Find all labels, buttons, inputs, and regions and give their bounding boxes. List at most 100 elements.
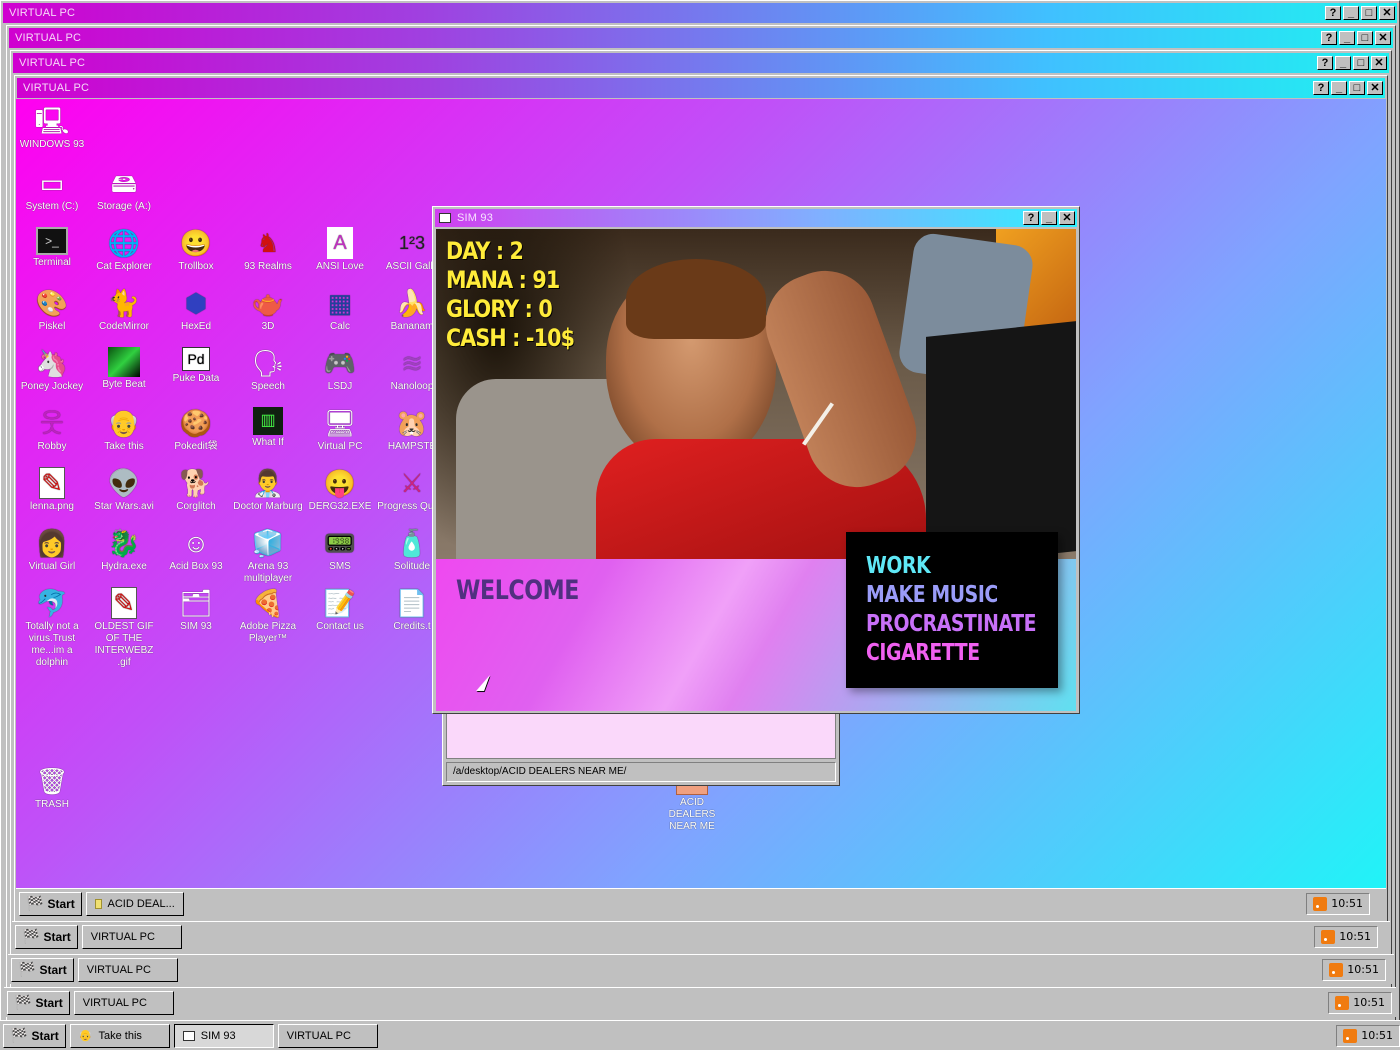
window-titlebar[interactable]: SIM 93 ? _ ✕: [435, 209, 1077, 227]
desktop-icon-oldest-gif[interactable]: ✎ OLDEST GIF OF THE INTERWEBZ .gif: [88, 587, 160, 669]
desktop-icon-sim93[interactable]: 🗂 SIM 93: [160, 587, 232, 633]
gameboy-icon: 🎮: [323, 348, 357, 378]
game-viewport[interactable]: DAY : 2 MANA : 91 GLORY : 0 CASH : -10$ …: [436, 229, 1076, 711]
pixel-man-icon: 👴: [78, 1030, 93, 1042]
desktop-icon-adobe-pizza[interactable]: 🍕 Adobe Pizza Player™: [232, 587, 304, 645]
rss-icon[interactable]: [1313, 896, 1328, 911]
task-button[interactable]: VIRTUAL PC: [81, 924, 182, 949]
close-button[interactable]: ✕: [1059, 211, 1075, 225]
maximize-button[interactable]: □: [1361, 6, 1377, 20]
maximize-button[interactable]: □: [1357, 31, 1373, 45]
desktop-icon-hexed[interactable]: ⬢ HexEd: [160, 287, 232, 333]
close-button[interactable]: ✕: [1379, 6, 1395, 20]
menu-work[interactable]: WORK: [866, 552, 1023, 581]
desktop-icon-trash[interactable]: 🗑 TRASH: [16, 765, 88, 811]
desktop-icon-star-wars[interactable]: 👽 Star Wars.avi: [88, 467, 160, 513]
desktop-icon-take-this[interactable]: 👴 Take this: [88, 407, 160, 453]
desktop-icon-dolphin[interactable]: 🐬 Totally not a virus.Trust me...im a dol…: [16, 587, 88, 669]
maximize-button[interactable]: □: [1353, 56, 1369, 70]
help-button[interactable]: ?: [1023, 211, 1039, 225]
desktop-icon-93-realms[interactable]: ♞ 93 Realms: [232, 227, 304, 273]
desktop-icon-speech[interactable]: 🗣 Speech: [232, 347, 304, 393]
desktop-icon-virtual-girl[interactable]: 👩 Virtual Girl: [16, 527, 88, 573]
window-titlebar[interactable]: VIRTUAL PC ? _ □ ✕: [17, 78, 1385, 98]
image-file-icon: ✎: [39, 467, 65, 499]
desktop-icon-lenna[interactable]: ✎ lenna.png: [16, 467, 88, 513]
rss-icon[interactable]: [1343, 1028, 1358, 1043]
minimize-button[interactable]: _: [1343, 6, 1359, 20]
menu-cigarette[interactable]: CIGARETTE: [866, 639, 1023, 668]
desktop-icon-what-if[interactable]: ▥ What If: [232, 407, 304, 449]
window-titlebar[interactable]: VIRTUAL PC ? _ □ ✕: [3, 3, 1397, 23]
desktop-icon-arena-93[interactable]: 🧊 Arena 93 multiplayer: [232, 527, 304, 585]
minimize-button[interactable]: _: [1339, 31, 1355, 45]
desktop-icon-piskel[interactable]: 🎨 Piskel: [16, 287, 88, 333]
rss-icon[interactable]: [1335, 995, 1350, 1010]
cube-icon: 🧊: [251, 528, 285, 558]
help-button[interactable]: ?: [1321, 31, 1337, 45]
minimize-button[interactable]: _: [1335, 56, 1351, 70]
window-titlebar[interactable]: VIRTUAL PC ? _ □ ✕: [13, 53, 1389, 73]
desktop-icon-trollbox[interactable]: 😀 Trollbox: [160, 227, 232, 273]
pony-icon: 🦄: [35, 348, 69, 378]
start-button[interactable]: 🏁 Start: [15, 924, 78, 949]
desktop-icon-puke-data[interactable]: Pd Puke Data: [160, 347, 232, 385]
desktop-icon-3d[interactable]: 🫖 3D: [232, 287, 304, 333]
start-button[interactable]: 🏁 Start: [7, 990, 70, 1015]
start-button[interactable]: 🏁 Start: [19, 891, 82, 916]
menu-make-music[interactable]: MAKE MUSIC: [866, 581, 1023, 610]
window-titlebar[interactable]: VIRTUAL PC ? _ □ ✕: [9, 28, 1393, 48]
system-tray: 10:51: [1322, 958, 1386, 981]
desktop-icon-acid-dealers[interactable]: ACID DEALERS NEAR ME: [656, 781, 728, 833]
phone-icon: 📟: [323, 528, 357, 558]
desktop-icon-byte-beat[interactable]: Byte Beat: [88, 347, 160, 391]
windows-logo-icon: 🏁: [10, 1027, 28, 1043]
desktop-icon-codemirror[interactable]: 🐈 CodeMirror: [88, 287, 160, 333]
desktop-icon-acid-box[interactable]: ☺ Acid Box 93: [160, 527, 232, 573]
close-button[interactable]: ✕: [1367, 81, 1383, 95]
minimize-button[interactable]: _: [1331, 81, 1347, 95]
menu-procrastinate[interactable]: PROCRASTINATE: [866, 610, 1037, 639]
desktop-icon-pokedit[interactable]: 🍪 Pokedit袋: [160, 407, 232, 453]
task-button[interactable]: VIRTUAL PC: [73, 990, 174, 1015]
task-button[interactable]: VIRTUAL PC: [77, 957, 178, 982]
desktop-icon-ansi-love[interactable]: A ANSI Love: [304, 227, 376, 273]
rss-icon[interactable]: [1321, 929, 1336, 944]
desktop-icon-terminal[interactable]: >_ Terminal: [16, 227, 88, 269]
rss-icon[interactable]: [1329, 962, 1344, 977]
task-button-take-this[interactable]: 👴 Take this: [69, 1023, 170, 1048]
desktop-icon-sms[interactable]: 📟 SMS: [304, 527, 376, 573]
desktop-icon-contact-us[interactable]: 📝 Contact us: [304, 587, 376, 633]
pixel-man-icon: 👴: [107, 408, 141, 438]
desktop-icon-poney-jockey[interactable]: 🦄 Poney Jockey: [16, 347, 88, 393]
maximize-button[interactable]: □: [1349, 81, 1365, 95]
desktop-icon-windows93[interactable]: 🖳 WINDOWS 93: [16, 105, 88, 151]
task-button-sim93[interactable]: SIM 93: [173, 1023, 274, 1048]
desktop-icon-virtual-pc[interactable]: 🖥 Virtual PC: [304, 407, 376, 453]
taskbar-3: 🏁 Start VIRTUAL PC 10:51: [8, 954, 1394, 984]
monitor-face-icon: 😛: [323, 468, 357, 498]
desktop-icon-cat-explorer[interactable]: 🌐 Cat Explorer: [88, 227, 160, 273]
desktop-icon-doctor-marburg[interactable]: 👨‍⚕️ Doctor Marburg: [232, 467, 304, 513]
minimize-button[interactable]: _: [1041, 211, 1057, 225]
desktop-icon-system-c[interactable]: ▭ System (C:): [16, 167, 88, 213]
task-button-virtual-pc[interactable]: VIRTUAL PC: [277, 1023, 378, 1048]
start-button[interactable]: 🏁 Start: [11, 957, 74, 982]
desktop-icon-lsdj[interactable]: 🎮 LSDJ: [304, 347, 376, 393]
start-button[interactable]: 🏁 Start: [3, 1023, 66, 1048]
desktop-icon-derg32[interactable]: 😛 DERG32.EXE: [304, 467, 376, 513]
close-button[interactable]: ✕: [1371, 56, 1387, 70]
desktop-icon-robby[interactable]: 웃 Robby: [16, 407, 88, 453]
trash-icon: 🗑: [35, 766, 69, 796]
help-button[interactable]: ?: [1325, 6, 1341, 20]
task-button[interactable]: ACID DEAL...: [85, 891, 184, 916]
desktop-icon-corglitch[interactable]: 🐕 Corglitch: [160, 467, 232, 513]
help-button[interactable]: ?: [1317, 56, 1333, 70]
desktop-icon-calc[interactable]: ▦ Calc: [304, 287, 376, 333]
desktop-icon-hydra[interactable]: 🐉 Hydra.exe: [88, 527, 160, 573]
desktop-icon-storage-a[interactable]: 🖴 Storage (A:): [88, 167, 160, 213]
close-button[interactable]: ✕: [1375, 31, 1391, 45]
mouse-cursor-icon: [476, 675, 490, 691]
help-button[interactable]: ?: [1313, 81, 1329, 95]
icon-label: lenna.png: [30, 501, 74, 512]
